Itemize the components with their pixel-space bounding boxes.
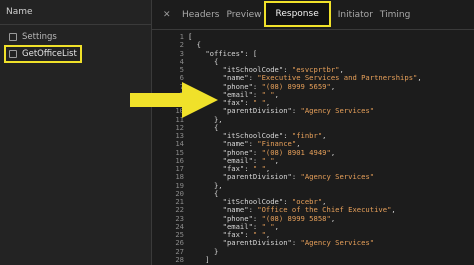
close-icon[interactable]: ✕: [163, 10, 175, 20]
details-panel: ✕ Headers Preview Response Initiator Tim…: [152, 0, 474, 265]
request-list-panel: Name Settings GetOfficeList: [0, 0, 152, 265]
request-item-getofficelist[interactable]: GetOfficeList: [4, 45, 82, 63]
request-type-icon: [9, 50, 17, 58]
tab-initiator[interactable]: Initiator: [338, 10, 373, 20]
request-item-settings[interactable]: Settings: [0, 28, 151, 45]
tab-timing[interactable]: Timing: [380, 10, 410, 20]
tab-preview[interactable]: Preview: [226, 10, 261, 20]
request-label: Settings: [22, 31, 57, 42]
details-tabs: ✕ Headers Preview Response Initiator Tim…: [152, 0, 474, 30]
name-column-header[interactable]: Name: [0, 0, 151, 25]
code-text: ]: [188, 254, 210, 264]
line-number: 28: [175, 254, 184, 264]
request-type-icon: [9, 32, 17, 41]
request-label: GetOfficeList: [22, 49, 77, 59]
tab-response[interactable]: Response: [263, 0, 331, 27]
code-line: 28 ]: [152, 254, 474, 264]
response-body[interactable]: 1[2 {3 "offices": [4 {5 "itSchoolCode": …: [152, 33, 474, 265]
tab-headers[interactable]: Headers: [182, 10, 219, 20]
arrow-right-icon: [130, 82, 218, 118]
